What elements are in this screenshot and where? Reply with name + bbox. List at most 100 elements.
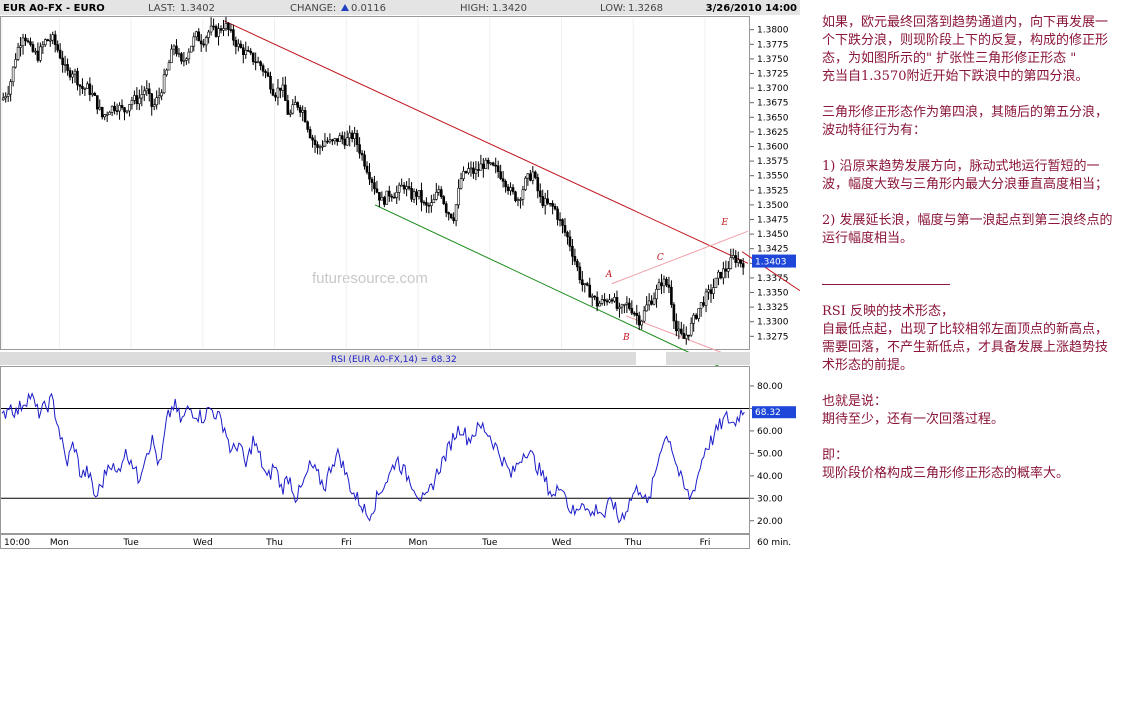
- price-bar-body: [88, 83, 92, 95]
- price-bar-body: [410, 188, 413, 200]
- price-tick-label: 1.3800: [757, 26, 789, 36]
- price-bar-body: [531, 171, 535, 181]
- price-bar-body: [175, 45, 178, 54]
- price-tick-label: 1.3575: [757, 157, 789, 167]
- price-bar-body: [454, 204, 458, 221]
- change-label: CHANGE:: [290, 3, 336, 14]
- price-tick-label: 1.3450: [757, 230, 789, 240]
- price-bar-body: [593, 295, 596, 298]
- price-bar-body: [479, 163, 483, 171]
- price-bar-body: [358, 144, 361, 154]
- rsi-title: RSI (EUR A0-FX,14) = 68.32: [331, 355, 457, 365]
- high-value: 1.3420: [492, 3, 527, 14]
- price-bar-body: [524, 177, 527, 190]
- price-bar-body: [590, 295, 594, 298]
- price-bar-body: [548, 202, 552, 205]
- low-value: 1.3268: [628, 3, 663, 14]
- price-bar-body: [482, 163, 485, 169]
- price-bar-body: [670, 287, 673, 305]
- price-tick-label: 1.3750: [757, 55, 789, 65]
- price-bar-body: [437, 189, 441, 193]
- price-tick-label: 1.3475: [757, 216, 789, 226]
- price-bar-body: [600, 299, 604, 304]
- price-bar-body: [707, 289, 710, 293]
- price-bar-body: [734, 255, 738, 263]
- price-bar-body: [702, 302, 705, 306]
- price-bar-body: [155, 97, 158, 106]
- price-bar-body: [269, 75, 272, 90]
- price-bar-body: [190, 45, 193, 53]
- rsi-tick-label: 60.00: [757, 427, 783, 437]
- price-bar-body: [494, 164, 498, 167]
- time-tick-label: Thu: [624, 538, 642, 548]
- price-bar-body: [378, 192, 381, 201]
- price-bar-body: [264, 71, 267, 73]
- price-bar-body: [128, 104, 131, 112]
- price-bar-body: [680, 328, 683, 334]
- price-bar-body: [395, 192, 399, 198]
- price-bar-body: [459, 178, 463, 189]
- price-bar-body: [558, 219, 562, 221]
- price-bar-body: [687, 334, 691, 337]
- price-bar-body: [618, 306, 621, 309]
- price-bar-body: [561, 219, 564, 226]
- price-bar-body: [566, 232, 569, 238]
- price-bar-body: [71, 73, 74, 78]
- price-bar-body: [645, 304, 648, 312]
- price-bar-body: [704, 291, 708, 306]
- price-tick-label: 1.3275: [757, 332, 789, 342]
- price-bar-body: [489, 162, 493, 165]
- price-bar-body: [400, 184, 403, 187]
- price-bar-body: [147, 88, 151, 95]
- price-bar-body: [667, 284, 671, 288]
- price-bar-body: [731, 255, 735, 259]
- price-bar-body: [279, 87, 282, 91]
- price-bar-body: [91, 93, 94, 95]
- price-bar-body: [491, 162, 495, 166]
- price-bar-body: [313, 139, 317, 145]
- annotation-p11: 即：: [822, 448, 849, 463]
- price-bar-body: [296, 102, 300, 108]
- annotation-p10: 期待至少，还有一次回落过程。: [822, 412, 1005, 427]
- price-bar-body: [675, 320, 678, 332]
- rsi-title-bar-right: [666, 352, 750, 365]
- price-bar-body: [140, 94, 144, 99]
- time-tick-label: Wed: [552, 538, 572, 548]
- price-bar-body: [21, 37, 25, 47]
- price-bar-body: [506, 186, 510, 191]
- price-bar-body: [274, 94, 277, 98]
- time-tick-label: Fri: [341, 538, 352, 548]
- price-bar-body: [227, 23, 230, 30]
- price-bar-body: [108, 112, 111, 115]
- price-bar-body: [449, 213, 453, 219]
- price-bar-body: [66, 64, 69, 71]
- price-bar-body: [95, 95, 99, 110]
- price-bar-body: [392, 196, 396, 199]
- time-tick-label: Thu: [265, 538, 283, 548]
- symbol-label: EUR A0-FX - EURO: [3, 3, 105, 14]
- price-bar-body: [180, 53, 183, 62]
- rsi-current-label: 68.32: [755, 408, 781, 418]
- price-bar-body: [197, 31, 201, 42]
- price-bar-body: [717, 271, 720, 279]
- price-bar-body: [123, 107, 126, 113]
- price-bar-body: [41, 44, 45, 48]
- price-bar-body: [4, 96, 8, 99]
- last-label: LAST:: [148, 3, 175, 14]
- price-bar-body: [6, 93, 10, 97]
- annotation-p9: 也就是说：: [822, 394, 888, 409]
- price-bar-body: [642, 310, 646, 322]
- price-bar-body: [608, 299, 611, 303]
- price-bar-body: [571, 245, 574, 257]
- price-bar-body: [31, 44, 35, 52]
- price-bar-body: [647, 300, 651, 306]
- price-bar-body: [58, 49, 62, 59]
- price-bar-body: [194, 31, 198, 38]
- price-bar-body: [51, 34, 55, 41]
- price-bar-body: [76, 70, 79, 86]
- price-bar-body: [261, 65, 265, 72]
- price-bar-body: [526, 173, 530, 179]
- price-bar-body: [9, 81, 12, 95]
- change-value: 0.0116: [351, 3, 386, 14]
- price-bar-body: [694, 314, 698, 319]
